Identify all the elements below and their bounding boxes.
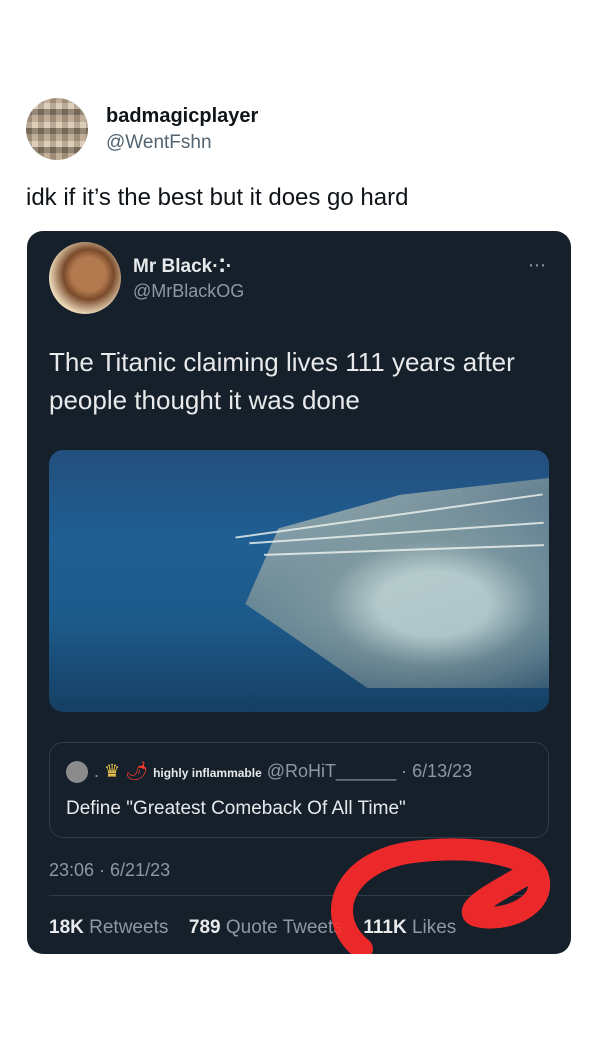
more-options-icon[interactable]: ⋯ [528, 255, 547, 276]
inner-avatar[interactable] [49, 242, 121, 314]
inner-tweet-text: The Titanic claiming lives 111 years aft… [49, 347, 515, 415]
quoted-tweet-card[interactable]: Mr Black·⁚· @MrBlackOG ⋯ The Titanic cla… [27, 231, 571, 954]
retweets-count[interactable]: 18K [49, 917, 84, 938]
crown-icon: ♛ [104, 761, 121, 781]
quote-tweets-label[interactable]: Quote Tweets [226, 917, 343, 938]
outer-author-handle[interactable]: @WentFshn [106, 132, 258, 154]
retweets-label[interactable]: Retweets [89, 917, 168, 938]
outer-author-name[interactable]: badmagicplayer [106, 105, 258, 128]
quote-tweets-count[interactable]: 789 [189, 917, 221, 938]
divider [49, 895, 549, 896]
nested-quote-dot: . [94, 761, 100, 781]
nested-quote-meta: . ♛ 🌶 highly inflammable @RoHiT______ · … [94, 761, 472, 782]
likes-label[interactable]: Likes [412, 917, 456, 938]
wreck-bow-shape [245, 478, 549, 688]
inner-author-handle[interactable]: @MrBlackOG [133, 281, 244, 302]
likes-count[interactable]: 111K [363, 917, 406, 938]
nested-quote-date: · 6/13/23 [401, 761, 473, 781]
tweet-stats: 18K Retweets 789 Quote Tweets 111K Likes [49, 917, 456, 939]
nested-quote-text: Define "Greatest Comeback Of All Time" [66, 798, 406, 819]
pepper-icon: 🌶 [125, 761, 149, 781]
nested-quote-display-name: highly inflammable [153, 766, 262, 780]
tweet-timestamp[interactable]: 23:06 · 6/21/23 [49, 860, 170, 881]
outer-tweet-text: idk if it’s the best but it does go hard [26, 184, 409, 211]
nested-quote-handle: @RoHiT______ [266, 761, 397, 781]
inner-author-name[interactable]: Mr Black·⁚· [133, 255, 232, 278]
titanic-wreck-photo[interactable] [49, 450, 549, 712]
outer-avatar[interactable] [26, 98, 88, 160]
nested-quote-avatar [66, 761, 88, 783]
outer-tweet-header: badmagicplayer @WentFshn [26, 98, 258, 160]
outer-author: badmagicplayer @WentFshn [106, 105, 258, 154]
nested-quote-box[interactable]: . ♛ 🌶 highly inflammable @RoHiT______ · … [49, 742, 549, 838]
